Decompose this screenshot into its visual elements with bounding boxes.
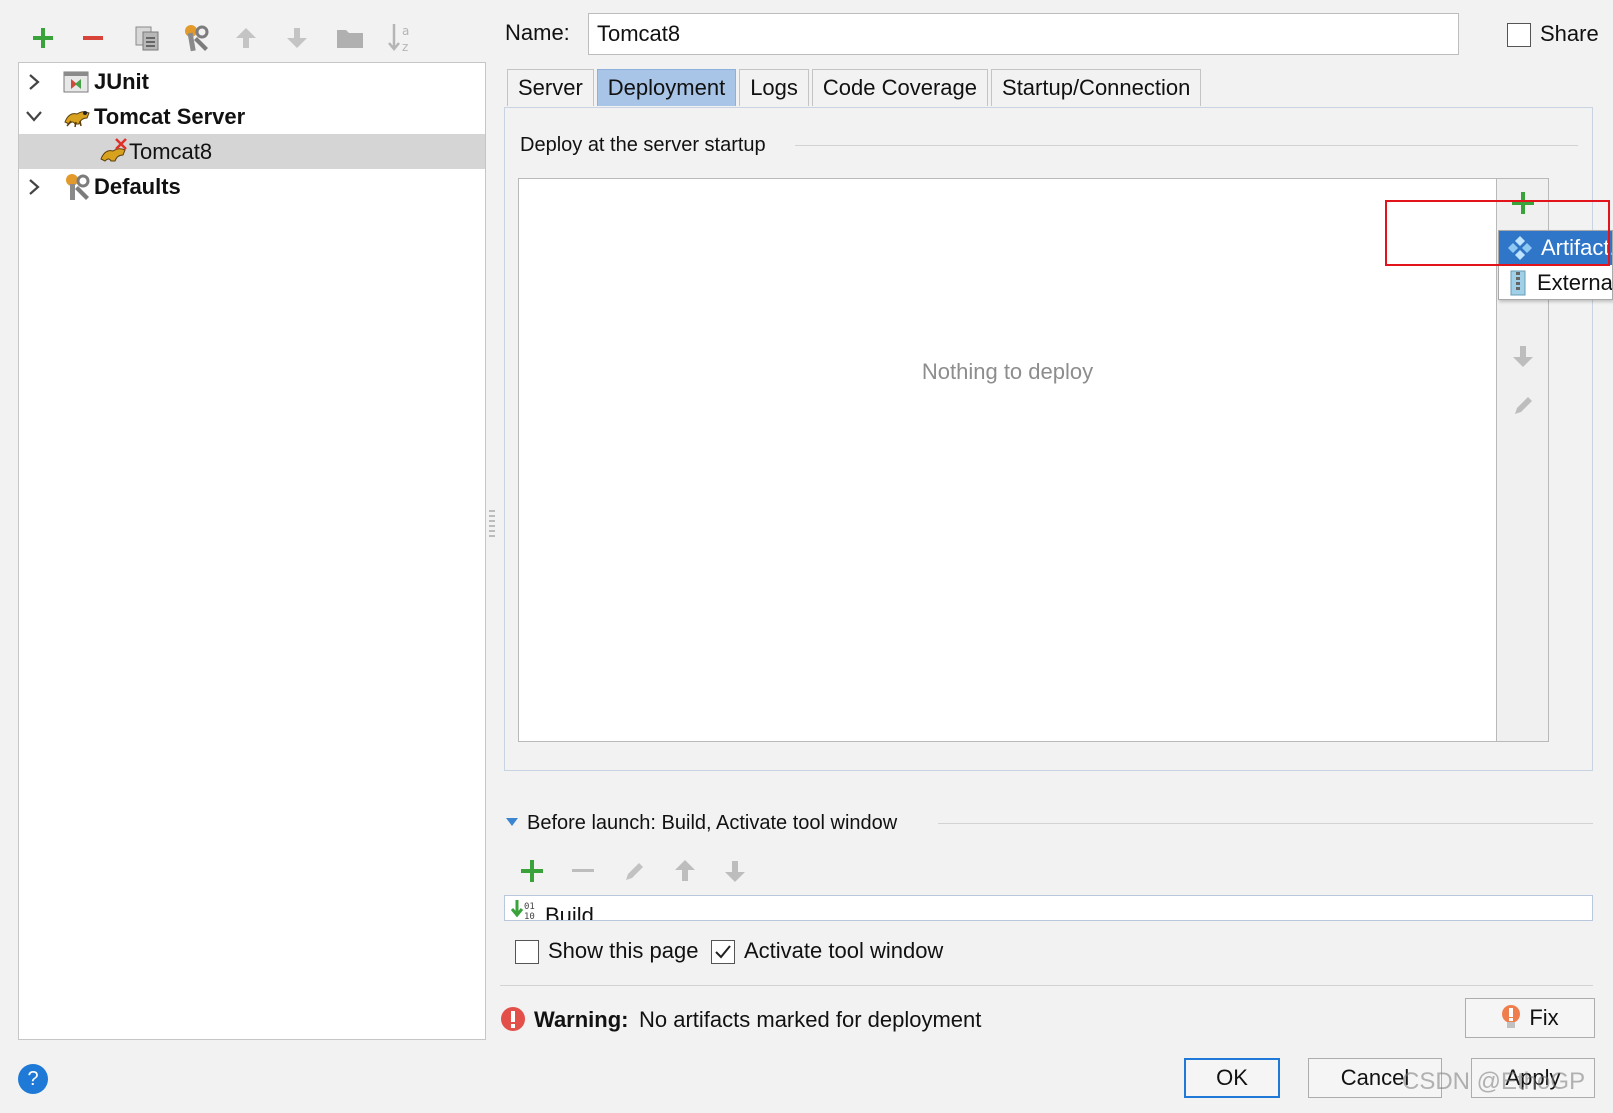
edit-deployment-button[interactable] [1509, 392, 1537, 420]
tab-deployment[interactable]: Deployment [596, 69, 737, 106]
tab-code-coverage[interactable]: Code Coverage [811, 69, 989, 106]
list-item-label: Build [545, 903, 594, 921]
move-deployment-down-button[interactable] [1509, 342, 1537, 370]
tree-node-tomcat-server[interactable]: Tomcat Server [19, 99, 485, 134]
copy-configuration-button[interactable] [131, 22, 163, 54]
activate-window-checkbox[interactable] [711, 940, 735, 964]
section-divider [795, 145, 1578, 146]
activate-window-label: Activate tool window [744, 938, 944, 963]
deployment-list[interactable]: Nothing to deploy [518, 178, 1497, 742]
svg-text:10: 10 [524, 912, 535, 921]
folder-button[interactable] [334, 22, 366, 54]
collapse-triangle-icon[interactable] [505, 817, 519, 827]
plus-icon [521, 860, 543, 882]
arrow-up-icon [675, 860, 695, 881]
wrench-icon [66, 174, 90, 200]
share-label: Share [1540, 21, 1599, 46]
arrow-down-icon [725, 861, 745, 882]
svg-text:a: a [402, 24, 409, 38]
footer-divider [500, 985, 1593, 986]
arrow-down-icon [287, 28, 307, 48]
configuration-tree: JUnit Tomcat Server Tomcat8 Defaults [18, 62, 486, 1040]
help-icon: ? [27, 1067, 39, 1090]
before-launch-remove-button[interactable] [569, 857, 597, 885]
warning-text: No artifacts marked for deployment [639, 1007, 982, 1032]
add-configuration-button[interactable] [27, 22, 59, 54]
tab-logs[interactable]: Logs [739, 69, 809, 106]
error-icon [501, 1007, 525, 1031]
show-page-label: Show this page [548, 938, 699, 963]
tree-label: Defaults [94, 174, 181, 199]
pencil-icon [1515, 397, 1532, 414]
fix-button[interactable]: Fix [1465, 998, 1595, 1038]
name-label: Name: [505, 20, 570, 45]
copy-icon [135, 26, 159, 51]
remove-configuration-button[interactable] [77, 22, 109, 54]
svg-text:01: 01 [524, 902, 535, 912]
before-launch-add-button[interactable] [518, 857, 546, 885]
tree-label: Tomcat8 [129, 139, 213, 164]
splitter-handle[interactable] [489, 510, 495, 540]
bulb-icon [1502, 1005, 1521, 1028]
minus-icon [572, 869, 594, 872]
help-button[interactable]: ? [18, 1064, 48, 1094]
warning-bold-label: Warning: [534, 1007, 629, 1032]
chevron-down-icon[interactable] [25, 109, 43, 123]
arrow-down-icon [1513, 346, 1533, 367]
before-launch-down-button[interactable] [721, 857, 749, 885]
popup-item-external-source[interactable]: External Source... [1499, 266, 1612, 299]
tomcat-icon [64, 111, 90, 128]
move-down-button[interactable] [281, 22, 313, 54]
name-input[interactable] [588, 13, 1459, 55]
plus-icon [33, 28, 53, 48]
archive-icon [1510, 270, 1526, 296]
list-item[interactable]: 01 10 Build [505, 896, 1592, 921]
annotation-highlight-box [1385, 200, 1610, 266]
arrow-up-icon [236, 28, 256, 48]
watermark: CSDN @EthoGP [1402, 1068, 1586, 1095]
section-title: Deploy at the server startup [520, 134, 766, 156]
share-checkbox[interactable] [1507, 23, 1531, 47]
sort-alphabetically-icon: az [388, 24, 409, 54]
build-icon: 0110 [511, 900, 535, 921]
tree-label: JUnit [94, 69, 149, 94]
tree-node-junit[interactable]: JUnit [19, 64, 485, 99]
tab-startup-connection[interactable]: Startup/Connection [991, 69, 1202, 106]
svg-text:z: z [402, 40, 408, 54]
before-launch-list: 01 10 Build [504, 895, 1593, 921]
before-launch-edit-button[interactable] [620, 857, 648, 885]
move-up-button[interactable] [230, 22, 262, 54]
tomcat-error-icon [100, 138, 127, 162]
chevron-right-icon[interactable] [27, 73, 41, 91]
show-page-checkbox[interactable] [515, 940, 539, 964]
chevron-right-icon[interactable] [27, 178, 41, 196]
before-launch-divider [938, 823, 1593, 824]
wrench-icon [185, 25, 209, 52]
sort-button[interactable]: az [385, 22, 417, 54]
checkmark-icon [715, 945, 731, 959]
pencil-icon [626, 863, 643, 880]
ok-button[interactable]: OK [1184, 1058, 1280, 1098]
edit-defaults-button[interactable] [180, 22, 212, 54]
minus-icon [83, 36, 103, 40]
tree-node-tomcat8[interactable]: Tomcat8 [19, 134, 485, 169]
folder-icon [337, 30, 363, 48]
tab-bar: Server Deployment Logs Code Coverage Sta… [507, 69, 1204, 106]
junit-icon [63, 71, 89, 93]
before-launch-title[interactable]: Before launch: Build, Activate tool wind… [527, 812, 897, 835]
tree-node-defaults[interactable]: Defaults [19, 169, 485, 204]
empty-list-text: Nothing to deploy [921, 359, 1094, 384]
tab-server[interactable]: Server [507, 69, 594, 106]
tree-label: Tomcat Server [94, 104, 246, 129]
before-launch-up-button[interactable] [671, 857, 699, 885]
